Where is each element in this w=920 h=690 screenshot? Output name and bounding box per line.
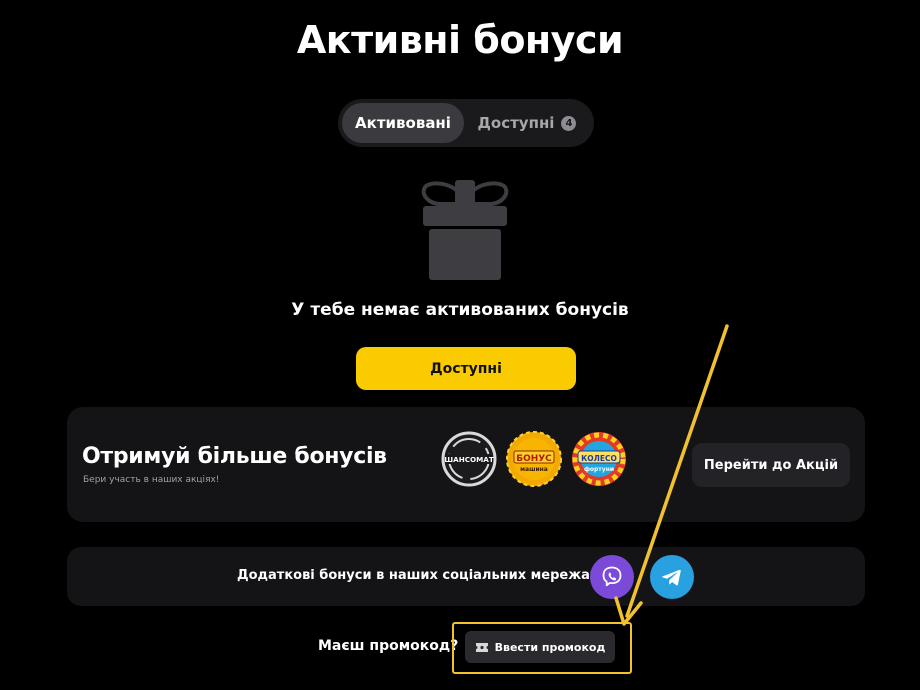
telegram-icon: [662, 569, 681, 586]
go-to-promotions-button[interactable]: Перейти до Акцій: [692, 443, 850, 487]
telegram-button[interactable]: [650, 555, 694, 599]
bonus-machine-logo-subtext: машина: [520, 466, 548, 473]
viber-button[interactable]: [590, 555, 634, 599]
viber-icon: [602, 566, 622, 587]
promotions-card: Отримуй більше бонусів Бери участь в наш…: [67, 407, 865, 522]
promotions-subtitle: Бери участь в наших акціях!: [83, 475, 220, 485]
shansomat-logo-text: ШАНСОМАТ: [444, 455, 494, 464]
tab-available-label: Доступні: [477, 114, 555, 132]
empty-state-message: У тебе немає активованих бонусів: [291, 300, 629, 320]
wheel-of-fortune-logo-text: КОЛЕСО: [581, 454, 617, 463]
social-networks-text: Додаткові бонуси в наших соціальних мере…: [237, 568, 599, 583]
enter-promo-code-button[interactable]: Ввести промокод: [465, 631, 615, 663]
bonus-machine-logo: БОНУС машина: [506, 431, 562, 487]
available-bonuses-button[interactable]: Доступні: [356, 347, 576, 390]
promotions-title: Отримуй більше бонусів: [82, 444, 387, 469]
tab-activated[interactable]: Активовані: [342, 103, 464, 143]
gift-icon: [421, 180, 509, 280]
ticket-icon: [475, 642, 488, 652]
tab-available[interactable]: Доступні 4: [464, 103, 590, 143]
page-title: Активні бонуси: [296, 18, 624, 62]
wheel-of-fortune-logo: КОЛЕСО фортуни: [572, 432, 626, 486]
bonus-machine-logo-text: БОНУС: [516, 454, 552, 464]
promo-code-question: Маєш промокод?: [318, 638, 459, 654]
bonus-tabs: Активовані Доступні 4: [338, 99, 594, 147]
tab-available-count-badge: 4: [561, 115, 577, 131]
social-networks-card: Додаткові бонуси в наших соціальних мере…: [67, 547, 865, 606]
shansomat-logo: ШАНСОМАТ: [441, 431, 497, 487]
wheel-of-fortune-logo-subtext: фортуни: [584, 466, 614, 473]
enter-promo-code-label: Ввести промокод: [494, 640, 606, 654]
tab-activated-label: Активовані: [355, 114, 451, 132]
